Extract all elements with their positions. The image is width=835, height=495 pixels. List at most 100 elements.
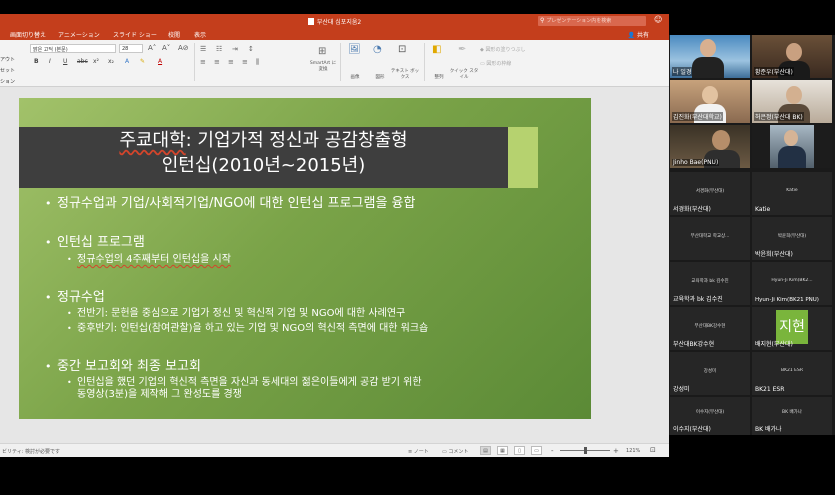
participant-tile[interactable]: 김진화(부산대학교) [670, 80, 750, 123]
person-icon: 👤 [627, 32, 636, 39]
participant-tile[interactable]: 교육학과 bk 김수진 교육학과 bk 김수진 [670, 262, 750, 305]
textbox-label: テキスト ボックス [390, 69, 420, 80]
participant-tile[interactable]: 부산대BK강수현 부산대BK강수현 [670, 307, 750, 350]
tab-review[interactable]: 校閲 [168, 30, 180, 39]
grow-font-icon[interactable]: A˄ [148, 44, 156, 52]
highlight-icon[interactable]: ✎ [140, 58, 145, 65]
notes-icon: ≡ [408, 449, 413, 455]
quick-style-icon[interactable]: ✒ [458, 44, 466, 55]
notes-button[interactable]: ≡ ノート [408, 448, 429, 455]
slide[interactable]: 주쿄대학: 기업가적 정신과 공감창출형 인턴십(2010년~2015년) • 정… [19, 98, 591, 419]
participant-name: 김진화(부산대학교) [672, 112, 723, 121]
text-effect-icon[interactable]: A [125, 58, 129, 65]
participant-name: Katie [755, 206, 771, 213]
clear-format-icon[interactable]: A⊘ [178, 44, 189, 52]
image-icon[interactable]: 🖼 [348, 44, 361, 55]
textbox-icon[interactable]: ⊡ [398, 44, 406, 55]
participant-center-name: 박윤희(부산대) [777, 234, 807, 239]
sub-bullet-3-1[interactable]: • 전반기: 문헌을 중심으로 기업가 정신 및 혁신적 기업 및 NGO에 대한… [67, 308, 405, 320]
ribbon-cut-label[interactable]: ション [0, 78, 15, 85]
ribbon: アウト セット ション 맑은 고딕 (본문) 28 A˄ A˅ A⊘ B I U… [0, 40, 669, 87]
participant-tile[interactable]: BK21 ESR BK21 ESR [752, 352, 832, 395]
sub-bullet-2-1[interactable]: • 정규수업의 4주째부터 인턴십을 시작 [67, 254, 231, 266]
superscript-button[interactable]: x² [93, 58, 99, 65]
underline-button[interactable]: U [63, 58, 67, 65]
bullet-dot: • [45, 291, 52, 304]
zoom-out-button[interactable]: - [551, 447, 554, 455]
slide-title-line2[interactable]: 인턴십(2010년~2015년) [19, 155, 508, 177]
participant-center-name: 교육학과 bk 김수진 [691, 279, 729, 284]
text-direction-icon[interactable]: ↕ [248, 45, 254, 53]
participant-tile[interactable]: 서경화(부산대) 서경화(부산대) [670, 172, 750, 215]
slide-title-line1[interactable]: 주쿄대학: 기업가적 정신과 공감창출형 [19, 130, 508, 152]
paint-bucket-icon: ◆ [480, 47, 484, 53]
tab-transitions[interactable]: 画面切り替え [10, 30, 46, 39]
participant-tile[interactable]: 부산대학교 학교상... [670, 217, 750, 260]
zoom-slider-thumb[interactable] [584, 447, 587, 454]
columns-icon[interactable]: ⫼ [256, 58, 259, 67]
participant-face [784, 130, 798, 146]
zoom-level[interactable]: 121% [626, 448, 640, 454]
normal-view-button[interactable]: ▤ [480, 446, 491, 455]
participant-tile[interactable]: 박윤희(부산대) 박윤희(부산대) [752, 217, 832, 260]
font-name-select[interactable]: 맑은 고딕 (본문) [30, 44, 116, 53]
participant-center-name: BK21 ESR [780, 368, 804, 373]
subscript-button[interactable]: x₂ [108, 58, 114, 65]
participant-center-name: BK 배가나 [782, 410, 802, 415]
zoom-in-button[interactable]: + [613, 447, 619, 455]
slide-sorter-button[interactable]: ▦ [497, 446, 508, 455]
participant-tile[interactable]: BK 배가나 BK 배가나 [752, 397, 832, 435]
tab-animations[interactable]: アニメーション [58, 30, 100, 39]
tab-view[interactable]: 表示 [194, 30, 206, 39]
participant-tile[interactable]: 이수지(부산대) 이수지(부산대) [670, 397, 750, 435]
sub-bullet-3-2[interactable]: • 중후반기: 인턴십(참여관찰)을 하고 있는 기업 및 NGO의 혁신적 측면… [67, 323, 428, 335]
participant-tile[interactable]: Jinho Bae(PNU) [670, 125, 750, 168]
participant-tile[interactable]: 나 일경 [670, 35, 750, 78]
slideshow-button[interactable]: ▭ [531, 446, 542, 455]
strikethrough-button[interactable]: abc [77, 58, 88, 65]
indent-icon[interactable]: ⇥ [232, 45, 238, 53]
align-right-icon[interactable]: ≡ [228, 58, 234, 66]
participant-tile[interactable]: 강성미 강성미 [670, 352, 750, 395]
sub-bullet-4-1[interactable]: • 인턴십을 했던 기업의 혁신적 측면을 자신과 동세대의 젊은이들에게 공감 … [67, 377, 422, 389]
participant-tile[interactable]: Katie Katie [752, 172, 832, 215]
comments-button[interactable]: ▭ コメント [442, 448, 468, 455]
sub-bullet-4-1-cont[interactable]: 동영상(3분)을 제작해 그 완성도를 경쟁 [77, 389, 242, 401]
bullet-dot: • [67, 309, 72, 318]
participant-tile[interactable]: 황준우(부산대) [752, 35, 832, 78]
bullet-2[interactable]: • 인턴십 프로그램 [45, 235, 145, 251]
account-icon[interactable]: ☺ [654, 15, 664, 26]
align-left-icon[interactable]: ≡ [200, 58, 206, 66]
shape-outline-button[interactable]: ▭ 図形の枠線 [480, 60, 511, 67]
font-color-icon[interactable]: A [158, 58, 162, 65]
bullet-1[interactable]: • 정규수업과 기업/사회적기업/NGO에 대한 인턴십 프로그램을 융합 [45, 196, 415, 212]
ribbon-cut-label[interactable]: セット [0, 67, 15, 74]
italic-button[interactable]: I [49, 58, 51, 65]
reading-view-button[interactable]: ▯ [514, 446, 525, 455]
share-button[interactable]: 👤 共有 [628, 30, 649, 39]
search-box[interactable]: ⚲ プレゼンテーション内を検索 [538, 16, 646, 26]
participant-tile[interactable]: Hyun-Ji Kim(BK2... Hyun-Ji Kim(BK21 PNU) [752, 262, 832, 305]
fit-slide-icon[interactable]: ⊡ [650, 446, 656, 454]
arrange-icon[interactable]: ◧ [432, 44, 441, 55]
tab-slideshow[interactable]: スライド ショー [113, 30, 157, 39]
bullet-3[interactable]: • 정규수업 [45, 290, 105, 306]
participant-tile[interactable] [752, 125, 832, 168]
shapes-icon[interactable]: ◔ [373, 44, 382, 55]
participant-tile[interactable]: 지현 배지현(부산대) [752, 307, 832, 350]
justify-icon[interactable]: ≡ [242, 58, 248, 66]
bullets-icon[interactable]: ☰ [200, 45, 206, 53]
participant-tile[interactable]: 허은정(부산대 BK) [752, 80, 832, 123]
bold-button[interactable]: B [34, 58, 39, 65]
align-center-icon[interactable]: ≡ [214, 58, 220, 66]
shape-fill-button[interactable]: ◆ 図形の塗りつぶし [480, 46, 526, 53]
shrink-font-icon[interactable]: A˅ [162, 44, 170, 52]
ribbon-cut-label[interactable]: アウト [0, 56, 15, 63]
font-size-select[interactable]: 28 [119, 44, 143, 53]
smartart-icon[interactable]: ⊞ [318, 46, 326, 57]
play-icon: ▭ [534, 448, 539, 454]
accessibility-status[interactable]: ビリティ: 検討が必要です [2, 448, 60, 455]
participant-center-name: 부산대학교 학교상... [690, 234, 730, 239]
numbering-icon[interactable]: ☷ [216, 45, 222, 53]
bullet-4[interactable]: • 중간 보고회와 최종 보고회 [45, 359, 201, 375]
